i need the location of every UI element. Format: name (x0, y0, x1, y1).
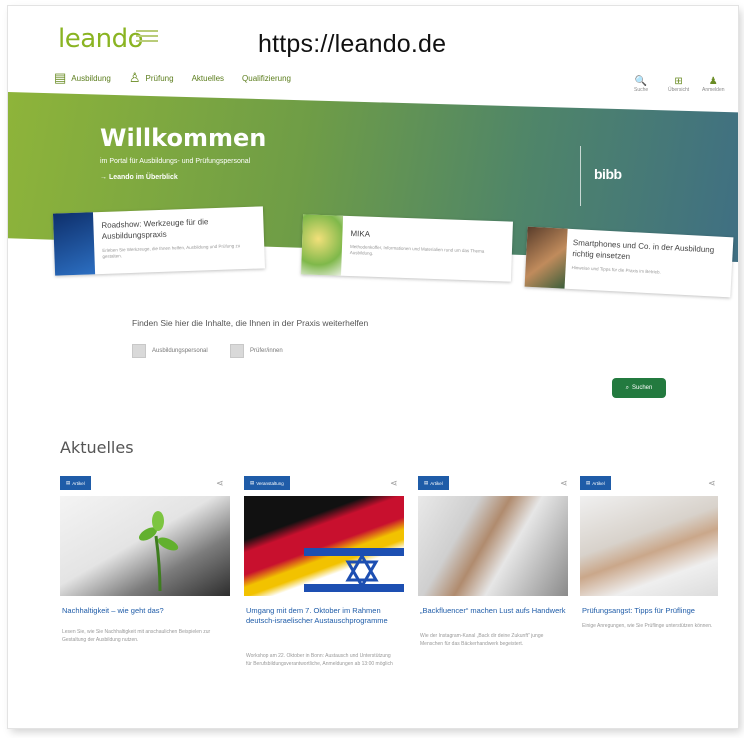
login-utility-label: Anmelden (702, 87, 725, 93)
search-icon: ⌕ (625, 384, 629, 391)
news-title: Umgang mit dem 7. Oktober im Rahmen deut… (246, 606, 388, 625)
content-type-badge: ▤ Artikel (60, 476, 91, 490)
badge-label: Veranstaltung (256, 480, 284, 486)
bibb-logo[interactable]: bibb (594, 166, 622, 182)
login-utility[interactable]: ♟ Anmelden (702, 76, 725, 93)
main-navigation: ▤ Ausbildung ♙ Prüfung Aktuelles Qualifi… (54, 70, 291, 86)
article-icon: ▤ (586, 480, 591, 485)
news-title: Nachhaltigkeit – wie geht das? (62, 606, 164, 615)
featured-card-text: Methodenkoffer, Informationen und Materi… (349, 244, 485, 256)
nav-label: Aktuelles (191, 73, 225, 83)
logo-mark (136, 30, 158, 45)
roadshow-image (52, 212, 96, 276)
nav-label: Ausbildung (71, 73, 111, 83)
hero-title: Willkommen (100, 124, 267, 152)
content-type-badge: ▤ Veranstaltung (244, 476, 290, 490)
nav-item-aktuelles[interactable]: Aktuelles (192, 70, 224, 86)
share-icon[interactable]: ⋖ (390, 478, 398, 489)
news-image (60, 496, 230, 596)
featured-card-title: MIKA (350, 229, 371, 239)
url-caption: https://leando.de (258, 30, 447, 58)
badge-label: Artikel (592, 480, 605, 486)
event-icon: ▤ (250, 480, 255, 485)
overview-utility[interactable]: ⊞ Übersicht (668, 76, 689, 93)
overview-utility-label: Übersicht (668, 87, 690, 93)
search-button-label: Suchen (632, 385, 653, 391)
person-icon: ♙ (128, 70, 141, 85)
news-text: Wie der Instagram-Kanal „Back dir deine … (420, 633, 544, 647)
share-icon[interactable]: ⋖ (216, 478, 224, 489)
finder-label: Finden Sie hier die Inhalte, die Ihnen i… (132, 318, 369, 328)
featured-card-text: Erleben Sie Werkzeuge, die Ihnen helfen,… (102, 243, 241, 259)
search-button[interactable]: ⌕ Suchen (612, 378, 666, 398)
news-text: Workshop am 22. Oktober in Bonn: Austaus… (246, 653, 393, 667)
nav-label: Qualifizierung (242, 73, 291, 83)
share-icon[interactable]: ⋖ (708, 478, 716, 489)
news-text: Einige Anregungen, wie Sie Prüflinge unt… (582, 623, 713, 629)
article-icon: ▤ (424, 480, 429, 485)
nav-item-ausbildung[interactable]: ▤ Ausbildung (54, 70, 111, 86)
article-icon: ▤ (66, 480, 71, 485)
mika-image (301, 214, 344, 276)
featured-card-smartphones[interactable]: Smartphones und Co. in der Ausbildung ri… (524, 226, 734, 298)
news-image (244, 496, 404, 596)
hero-subtitle: im Portal für Ausbildungs- und Prüfungsp… (100, 158, 251, 165)
smartphones-image (524, 226, 568, 289)
news-text: Lesen Sie, wie Sie Nachhaltigkeit mit an… (62, 629, 211, 643)
content-type-badge: ▤ Artikel (580, 476, 611, 490)
nav-item-pruefung[interactable]: ♙ Prüfung (129, 70, 174, 86)
user-icon: ♟ (708, 76, 718, 87)
book-icon: ▤ (54, 70, 67, 85)
checkbox[interactable] (230, 344, 244, 358)
search-icon: 🔍 (634, 76, 648, 87)
search-utility-label: Suche (634, 87, 649, 93)
plant-illustration (138, 511, 179, 592)
nav-item-qualifizierung[interactable]: Qualifizierung (242, 70, 291, 86)
featured-card-roadshow[interactable]: Roadshow: Werkzeuge für die Ausbildungsp… (52, 206, 266, 276)
filter-pruefer[interactable]: Prüfer/innen (230, 344, 283, 358)
badge-label: Artikel (72, 480, 85, 486)
checkbox[interactable] (132, 344, 146, 358)
filter-ausbildungspersonal[interactable]: Ausbildungspersonal (132, 344, 208, 358)
search-utility[interactable]: 🔍 Suche (634, 76, 648, 93)
news-image (418, 496, 568, 596)
featured-card-title: Roadshow: Werkzeuge für die Ausbildungsp… (101, 217, 209, 241)
grid-icon: ⊞ (674, 76, 683, 87)
news-title: Prüfungsangst: Tipps für Prüflinge (582, 606, 695, 615)
featured-card-title: Smartphones und Co. in der Ausbildung ri… (572, 238, 715, 262)
checkbox-label: Ausbildungspersonal (152, 348, 208, 354)
leando-logo[interactable]: leando (58, 24, 144, 54)
hero-overview-link[interactable]: → Leando im Überblick (100, 174, 178, 181)
badge-label: Artikel (430, 480, 443, 486)
news-title: „Backfluencer“ machen Lust aufs Handwerk (420, 606, 566, 615)
featured-card-text: Hinweise und Tipps für die Praxis im Bet… (571, 265, 661, 275)
logo-text: leando (58, 24, 144, 54)
featured-card-mika[interactable]: MIKA Methodenkoffer, Informationen und M… (301, 214, 513, 282)
section-title: Aktuelles (60, 438, 134, 457)
browser-frame: leando ▤ Ausbildung ♙ Prüfung Aktuelles … (8, 6, 738, 728)
nav-label: Prüfung (145, 73, 174, 83)
checkbox-label: Prüfer/innen (250, 348, 283, 354)
news-image (580, 496, 718, 596)
flags-illustration (304, 548, 404, 592)
share-icon[interactable]: ⋖ (560, 478, 568, 489)
content-type-badge: ▤ Artikel (418, 476, 449, 490)
hero-divider (580, 146, 581, 206)
